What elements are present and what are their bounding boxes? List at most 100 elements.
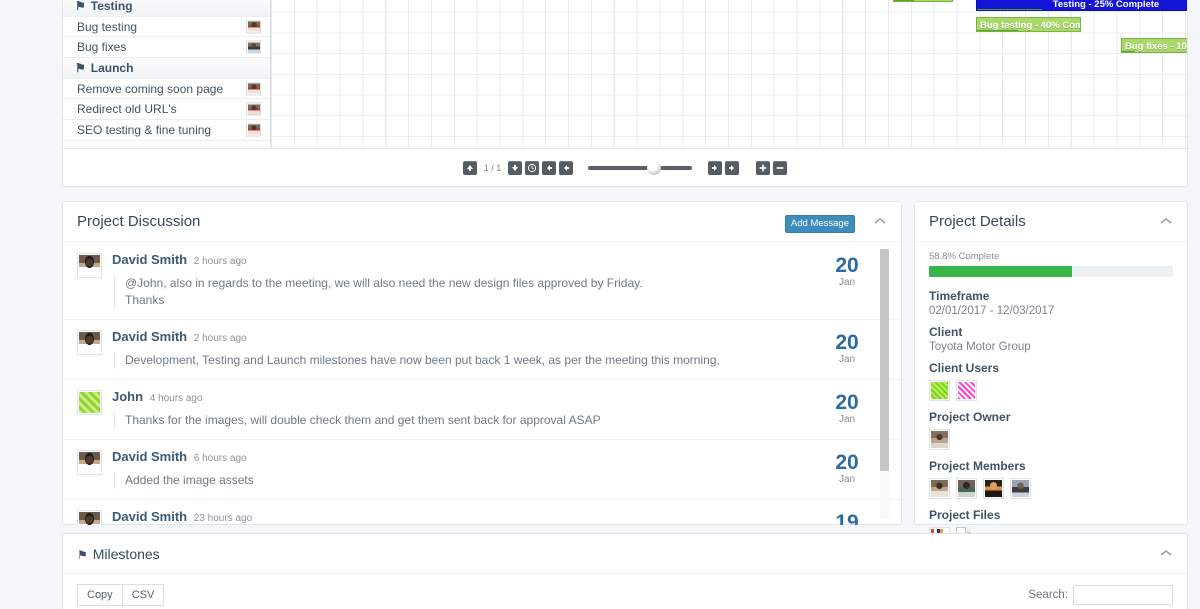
message-header: David Smith 23 hours ago <box>112 510 901 525</box>
detail-timeframe: Timeframe 02/01/2017 - 12/03/2017 <box>929 289 1173 317</box>
project-files-label: Project Files <box>929 508 1001 522</box>
avatar-member-1[interactable] <box>929 478 950 499</box>
project-owner-label: Project Owner <box>929 410 1011 424</box>
avatar-member-3[interactable] <box>983 478 1004 499</box>
page-title-discussion: Project Discussion <box>77 213 201 230</box>
client-users-label: Client Users <box>929 361 1000 375</box>
slider-track <box>588 165 693 170</box>
search-input[interactable] <box>1073 585 1173 605</box>
flag-icon: ⚑ <box>75 60 86 75</box>
page-title-milestones: Milestones <box>92 545 160 562</box>
chevron-up-icon-milestones[interactable] <box>1159 548 1173 558</box>
message-header: David Smith 6 hours ago <box>112 450 901 465</box>
slider-knob[interactable] <box>647 160 662 175</box>
progress-bar-fill <box>929 266 1073 277</box>
message-day: 20 <box>835 451 859 474</box>
gantt-today-button[interactable] <box>524 160 539 175</box>
gantt-timeline-grid[interactable]: Testing - 25% Complete Bug testing - 40%… <box>271 0 1187 148</box>
project-members-label: Project Members <box>929 459 1026 473</box>
message-timestamp: 2 hours ago <box>193 256 247 267</box>
project-details-panel: Project Details 58.8% Complete Timeframe… <box>914 201 1188 548</box>
message-text: Added the image assets <box>114 472 901 489</box>
message-date: 20 Jan <box>827 332 867 366</box>
gantt-zoom-in-button[interactable] <box>755 160 770 175</box>
client-value: Toyota Motor Group <box>929 341 1031 353</box>
avatar <box>77 390 102 415</box>
gantt-row-redirect-urls[interactable]: Redirect old URL's <box>63 99 270 121</box>
message-author: David Smith <box>112 329 188 344</box>
message-month: Jan <box>838 414 856 425</box>
gantt-task-avatar <box>246 123 261 137</box>
avatar-client-user-1[interactable] <box>929 380 950 401</box>
message-author: David Smith <box>112 252 188 267</box>
message-day: 19 <box>835 511 859 526</box>
gantt-row-seo-testing[interactable]: SEO testing & fine tuning <box>63 120 270 141</box>
message-text: @John, also in regards to the meeting, w… <box>114 275 901 309</box>
milestones-panel: ⚑Milestones Copy CSV Search: Milestone <box>62 533 1188 609</box>
detail-client: Client Toyota Motor Group <box>929 325 1173 353</box>
gantt-scroll-right-button[interactable] <box>707 160 722 175</box>
list-item: David Smith 2 hours ago Development, Tes… <box>63 320 901 380</box>
discussion-message-list[interactable]: David Smith 2 hours ago @John, also in r… <box>63 243 901 525</box>
gantt-page-indicator: 1 / 1 <box>483 162 502 173</box>
progress-bar <box>929 266 1173 277</box>
detail-client-users: Client Users <box>929 361 1173 401</box>
message-header: David Smith 2 hours ago <box>112 330 901 345</box>
gantt-task-avatar <box>246 40 261 54</box>
gantt-task-name-redirect-urls: Redirect old URL's <box>77 102 177 117</box>
gantt-task-avatar <box>246 102 261 116</box>
gantt-row-launch[interactable]: ⚑ Launch <box>63 58 270 79</box>
message-body: David Smith 2 hours ago @John, also in r… <box>112 253 901 309</box>
gantt-row-remove-coming-soon[interactable]: Remove coming soon page <box>63 79 270 100</box>
gantt-row-bug-testing[interactable]: Bug testing <box>63 17 270 38</box>
avatar-client-user-2[interactable] <box>956 380 977 401</box>
gantt-expand-all-button[interactable] <box>507 160 522 175</box>
search-area: Search: <box>1028 585 1173 605</box>
avatar-project-owner[interactable] <box>929 429 950 450</box>
message-month: Jan <box>838 354 856 365</box>
gantt-bar-bug-fixes[interactable]: Bug fixes - 10% Complete <box>1121 38 1187 53</box>
export-buttons: Copy CSV <box>77 584 1173 606</box>
gantt-scroll-far-right-button[interactable] <box>724 160 739 175</box>
gantt-row-bug-fixes[interactable]: Bug fixes <box>63 37 270 59</box>
message-day: 20 <box>835 391 859 414</box>
list-item: David Smith 23 hours ago @John, I've upl… <box>63 500 901 525</box>
gantt-task-avatar <box>246 20 261 34</box>
chevron-up-icon-discussion[interactable] <box>873 216 887 226</box>
milestones-header: ⚑ Milestones <box>63 534 1187 574</box>
add-message-button[interactable]: Add Message <box>784 215 855 233</box>
message-header: David Smith 2 hours ago <box>112 253 901 268</box>
message-body: David Smith 23 hours ago @John, I've upl… <box>112 510 901 525</box>
list-item: John 4 hours ago Thanks for the images, … <box>63 380 901 440</box>
gantt-bar-testing[interactable]: Testing - 25% Complete <box>976 0 1187 11</box>
message-header: John 4 hours ago <box>112 390 901 405</box>
message-text: Thanks for the images, will double check… <box>114 412 901 429</box>
discussion-header: Project Discussion Add Message <box>63 202 901 242</box>
message-body: David Smith 6 hours ago Added the image … <box>112 450 901 489</box>
message-author: David Smith <box>112 449 188 464</box>
gantt-toolbar: 1 / 1 <box>63 148 1187 186</box>
gantt-bar-bug-testing[interactable]: Bug testing - 40% Com... <box>976 17 1081 32</box>
copy-button[interactable]: Copy <box>77 584 123 606</box>
gantt-task-avatar <box>246 82 261 96</box>
discussion-scrollbar-thumb[interactable] <box>880 249 889 471</box>
avatar <box>77 510 102 525</box>
message-author: David Smith <box>112 509 188 524</box>
csv-button[interactable]: CSV <box>121 584 165 606</box>
avatar-member-2[interactable] <box>956 478 977 499</box>
gantt-row-testing[interactable]: ⚑ Testing <box>63 0 270 17</box>
project-discussion-panel: Project Discussion Add Message David Smi… <box>62 201 902 525</box>
gantt-scroll-left-button[interactable] <box>541 160 556 175</box>
gantt-collapse-all-button[interactable] <box>463 160 478 175</box>
chevron-up-icon-details[interactable] <box>1159 216 1173 226</box>
message-month: Jan <box>838 277 856 288</box>
avatar-member-4[interactable] <box>1010 478 1031 499</box>
gantt-zoom-slider[interactable] <box>588 160 693 175</box>
gantt-bar-partial[interactable] <box>893 0 953 2</box>
message-author: John <box>112 389 144 404</box>
message-body: John 4 hours ago Thanks for the images, … <box>112 390 901 429</box>
message-date: 20 Jan <box>827 451 867 486</box>
flag-icon: ⚑ <box>75 0 86 13</box>
gantt-scroll-far-left-button[interactable] <box>558 160 573 175</box>
gantt-zoom-out-button[interactable] <box>772 160 787 175</box>
